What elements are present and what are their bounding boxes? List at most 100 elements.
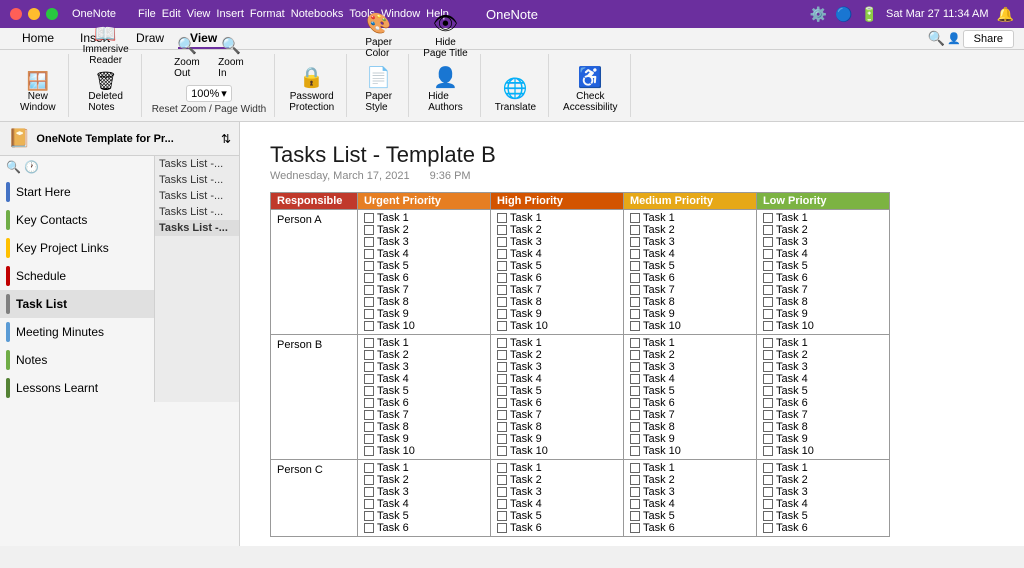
task-checkbox[interactable] xyxy=(497,422,507,432)
task-checkbox[interactable] xyxy=(497,386,507,396)
task-checkbox[interactable] xyxy=(763,410,773,420)
task-checkbox[interactable] xyxy=(497,309,507,319)
task-checkbox[interactable] xyxy=(630,321,640,331)
task-checkbox[interactable] xyxy=(364,523,374,533)
task-checkbox[interactable] xyxy=(763,422,773,432)
sidebar-search[interactable]: 🔍 🕐 xyxy=(0,156,154,178)
sidebar-item-key-links[interactable]: Key Project Links xyxy=(0,234,154,262)
task-checkbox[interactable] xyxy=(630,213,640,223)
task-checkbox[interactable] xyxy=(630,249,640,259)
task-checkbox[interactable] xyxy=(763,362,773,372)
task-checkbox[interactable] xyxy=(364,398,374,408)
menu-file[interactable]: File xyxy=(138,8,156,20)
task-checkbox[interactable] xyxy=(364,273,374,283)
task-checkbox[interactable] xyxy=(497,446,507,456)
sidebar-item-key-contacts[interactable]: Key Contacts xyxy=(0,206,154,234)
sidebar-item-schedule[interactable]: Schedule xyxy=(0,262,154,290)
task-checkbox[interactable] xyxy=(763,374,773,384)
task-checkbox[interactable] xyxy=(763,386,773,396)
check-accessibility-button[interactable]: ♿ CheckAccessibility xyxy=(559,63,621,115)
page-key-links[interactable]: Tasks List -... xyxy=(155,188,240,204)
task-checkbox[interactable] xyxy=(497,261,507,271)
menu-edit[interactable]: Edit xyxy=(162,8,181,20)
task-checkbox[interactable] xyxy=(364,362,374,372)
task-checkbox[interactable] xyxy=(630,237,640,247)
task-checkbox[interactable] xyxy=(763,350,773,360)
account-icon[interactable]: 👤 xyxy=(947,32,961,45)
task-checkbox[interactable] xyxy=(364,422,374,432)
task-checkbox[interactable] xyxy=(364,213,374,223)
task-checkbox[interactable] xyxy=(630,410,640,420)
zoom-dropdown[interactable]: 100% ▾ xyxy=(186,85,232,102)
task-checkbox[interactable] xyxy=(763,398,773,408)
search-icon[interactable]: 🔍 xyxy=(928,30,945,47)
task-checkbox[interactable] xyxy=(497,249,507,259)
page-schedule[interactable]: Tasks List -... xyxy=(155,204,240,220)
task-checkbox[interactable] xyxy=(364,261,374,271)
task-checkbox[interactable] xyxy=(364,499,374,509)
task-checkbox[interactable] xyxy=(763,273,773,283)
sidebar-item-meeting-minutes[interactable]: Meeting Minutes xyxy=(0,318,154,346)
task-checkbox[interactable] xyxy=(497,475,507,485)
password-protection-button[interactable]: 🔒 PasswordProtection xyxy=(285,63,338,115)
task-checkbox[interactable] xyxy=(630,523,640,533)
task-checkbox[interactable] xyxy=(497,321,507,331)
task-checkbox[interactable] xyxy=(497,374,507,384)
task-checkbox[interactable] xyxy=(364,410,374,420)
task-checkbox[interactable] xyxy=(364,446,374,456)
zoom-in-button[interactable]: 🔍 ZoomIn xyxy=(211,34,251,81)
task-checkbox[interactable] xyxy=(497,434,507,444)
task-checkbox[interactable] xyxy=(763,434,773,444)
page-start-here[interactable]: Tasks List -... xyxy=(155,156,240,172)
task-checkbox[interactable] xyxy=(497,338,507,348)
task-checkbox[interactable] xyxy=(364,475,374,485)
task-checkbox[interactable] xyxy=(763,463,773,473)
task-checkbox[interactable] xyxy=(630,273,640,283)
reset-zoom-button[interactable]: Reset Zoom / Page Width xyxy=(152,104,267,115)
task-checkbox[interactable] xyxy=(630,386,640,396)
task-checkbox[interactable] xyxy=(497,523,507,533)
task-checkbox[interactable] xyxy=(763,446,773,456)
task-checkbox[interactable] xyxy=(763,297,773,307)
page-task-list[interactable]: Tasks List -... xyxy=(155,220,240,236)
task-checkbox[interactable] xyxy=(763,261,773,271)
task-checkbox[interactable] xyxy=(630,285,640,295)
task-checkbox[interactable] xyxy=(763,338,773,348)
task-checkbox[interactable] xyxy=(763,249,773,259)
new-window-button[interactable]: 🪟 NewWindow xyxy=(16,70,60,115)
task-checkbox[interactable] xyxy=(497,213,507,223)
task-checkbox[interactable] xyxy=(763,475,773,485)
task-checkbox[interactable] xyxy=(630,511,640,521)
paper-color-button[interactable]: 🎨 PaperColor xyxy=(359,9,399,61)
task-checkbox[interactable] xyxy=(497,463,507,473)
notebook-header[interactable]: 📔 OneNote Template for Pr... ⇅ xyxy=(0,122,239,156)
task-checkbox[interactable] xyxy=(497,273,507,283)
task-checkbox[interactable] xyxy=(364,321,374,331)
task-checkbox[interactable] xyxy=(497,350,507,360)
task-checkbox[interactable] xyxy=(763,213,773,223)
task-checkbox[interactable] xyxy=(364,225,374,235)
task-checkbox[interactable] xyxy=(630,362,640,372)
hide-page-title-button[interactable]: 👁 HidePage Title xyxy=(419,9,471,61)
task-checkbox[interactable] xyxy=(763,499,773,509)
task-checkbox[interactable] xyxy=(364,350,374,360)
task-checkbox[interactable] xyxy=(630,499,640,509)
task-checkbox[interactable] xyxy=(364,374,374,384)
immersive-reader-button[interactable]: 📖 ImmersiveReader xyxy=(79,23,133,68)
sidebar-item-task-list[interactable]: Task List xyxy=(0,290,154,318)
maximize-button[interactable] xyxy=(46,8,58,20)
paper-style-button[interactable]: 📄 PaperStyle xyxy=(359,63,399,115)
tab-home[interactable]: Home xyxy=(10,29,66,49)
page-key-contacts[interactable]: Tasks List -... xyxy=(155,172,240,188)
task-checkbox[interactable] xyxy=(763,285,773,295)
task-checkbox[interactable] xyxy=(364,249,374,259)
close-button[interactable] xyxy=(10,8,22,20)
task-checkbox[interactable] xyxy=(364,338,374,348)
minimize-button[interactable] xyxy=(28,8,40,20)
share-button[interactable]: Share xyxy=(963,30,1014,48)
task-checkbox[interactable] xyxy=(630,261,640,271)
task-checkbox[interactable] xyxy=(630,374,640,384)
task-checkbox[interactable] xyxy=(497,237,507,247)
task-checkbox[interactable] xyxy=(763,237,773,247)
task-checkbox[interactable] xyxy=(763,511,773,521)
